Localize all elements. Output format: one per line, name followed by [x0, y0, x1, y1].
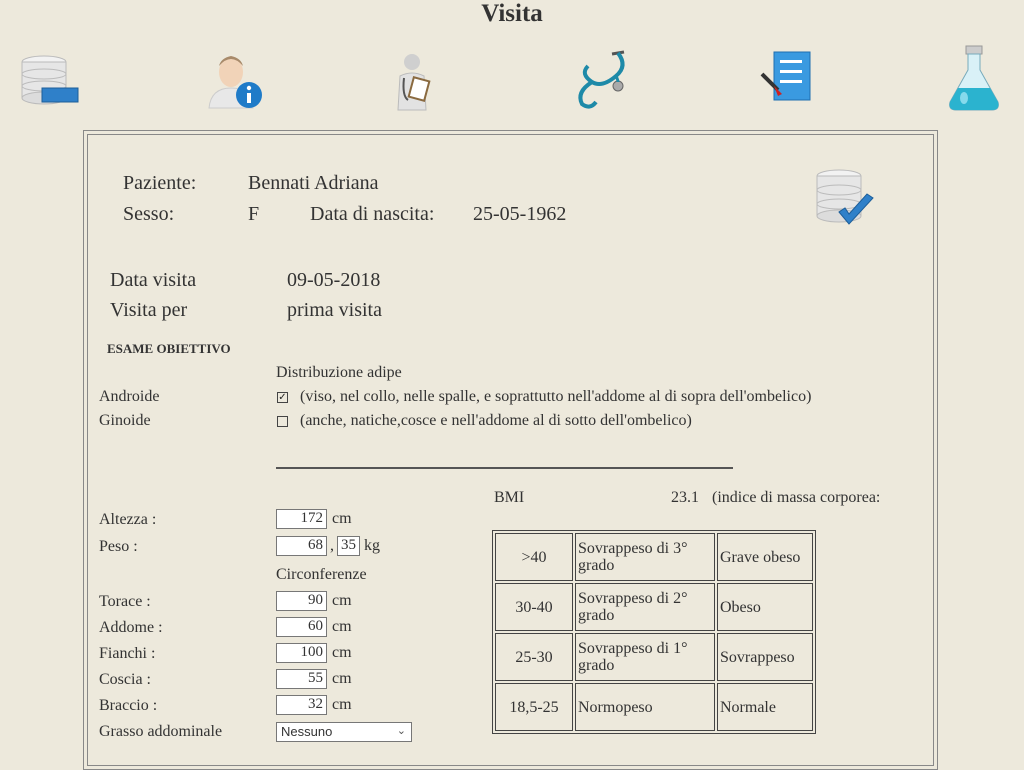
dob-value: 25-05-1962	[473, 203, 567, 225]
weight-label: Peso :	[99, 538, 138, 555]
stethoscope-icon[interactable]	[572, 48, 634, 110]
gynoid-desc: (anche, natiche,cosce e nell'addome al d…	[300, 412, 692, 429]
visit-date-value: 09-05-2018	[287, 269, 381, 291]
bmi-desc-cell: Sovrappeso di 1° grado	[575, 633, 715, 681]
bmi-class-cell: Obeso	[717, 583, 813, 631]
table-row: 30-40 Sovrappeso di 2° grado Obeso	[495, 583, 813, 631]
user-info-icon[interactable]	[205, 50, 265, 110]
chest-label: Torace :	[99, 593, 151, 610]
abdomen-label: Addome :	[99, 619, 163, 636]
exam-section-title: ESAME OBIETTIVO	[107, 341, 231, 356]
patient-name: Bennati Adriana	[248, 172, 379, 194]
lab-flask-icon[interactable]	[946, 44, 1002, 112]
separator-line	[276, 467, 733, 469]
chevron-down-icon: ⌄	[396, 725, 406, 737]
bmi-range-cell: 18,5-25	[495, 683, 573, 731]
chest-input[interactable]: 90	[276, 591, 327, 611]
bmi-desc-cell: Sovrappeso di 2° grado	[575, 583, 715, 631]
bmi-class-cell: Sovrappeso	[717, 633, 813, 681]
gynoid-label: Ginoide	[99, 412, 151, 429]
arm-unit: cm	[332, 696, 352, 713]
hips-input[interactable]: 100	[276, 643, 327, 663]
thigh-label: Coscia :	[99, 671, 151, 688]
bmi-range-cell: 25-30	[495, 633, 573, 681]
table-row: 25-30 Sovrappeso di 1° grado Sovrappeso	[495, 633, 813, 681]
checklist-icon[interactable]	[760, 48, 814, 108]
abdominal-fat-selected: Nessuno	[281, 724, 333, 739]
bmi-desc-cell: Normopeso	[575, 683, 715, 731]
height-input[interactable]: 172	[276, 509, 327, 529]
bmi-range-cell: >40	[495, 533, 573, 581]
abdomen-input[interactable]: 60	[276, 617, 327, 637]
database-icon[interactable]	[20, 54, 80, 108]
circumferences-label: Circonferenze	[276, 566, 367, 583]
height-label: Altezza :	[99, 511, 157, 528]
height-unit: cm	[332, 510, 352, 527]
sex-label: Sesso:	[123, 203, 175, 225]
thigh-unit: cm	[332, 670, 352, 687]
page-title: Visita	[481, 0, 543, 27]
chest-unit: cm	[332, 592, 352, 609]
arm-input[interactable]: 32	[276, 695, 327, 715]
abdominal-fat-label: Grasso addominale	[99, 723, 223, 740]
thigh-input[interactable]: 55	[276, 669, 327, 689]
doctor-icon[interactable]	[390, 52, 440, 112]
bmi-class-cell: Grave obeso	[717, 533, 813, 581]
bmi-description: (indice di massa corporea:	[712, 489, 881, 506]
bmi-value: 23.1	[671, 489, 699, 506]
android-label: Androide	[99, 388, 160, 405]
weight-integer-input[interactable]: 68	[276, 536, 327, 556]
patient-label: Paziente:	[123, 172, 197, 194]
weight-unit: kg	[364, 537, 380, 554]
android-desc: (viso, nel collo, nelle spalle, e soprat…	[300, 388, 812, 405]
weight-decimal-input[interactable]: 35	[337, 536, 360, 556]
abdominal-fat-select[interactable]: Nessuno ⌄	[276, 722, 412, 742]
hips-label: Fianchi :	[99, 645, 156, 662]
table-row: >40 Sovrappeso di 3° grado Grave obeso	[495, 533, 813, 581]
sex-value: F	[248, 203, 260, 225]
table-row: 18,5-25 Normopeso Normale	[495, 683, 813, 731]
bmi-desc-cell: Sovrappeso di 3° grado	[575, 533, 715, 581]
visit-reason-value: prima visita	[287, 299, 382, 321]
fat-distribution-label: Distribuzione adipe	[276, 364, 402, 381]
abdomen-unit: cm	[332, 618, 352, 635]
bmi-table: >40 Sovrappeso di 3° grado Grave obeso 3…	[492, 530, 816, 734]
visit-reason-label: Visita per	[110, 299, 188, 321]
hips-unit: cm	[332, 644, 352, 661]
bmi-class-cell: Normale	[717, 683, 813, 731]
bmi-label: BMI	[494, 489, 525, 506]
bmi-range-cell: 30-40	[495, 583, 573, 631]
dob-label: Data di nascita:	[310, 203, 435, 225]
weight-decimal-separator: ,	[330, 537, 334, 554]
visit-date-label: Data visita	[110, 269, 197, 291]
arm-label: Braccio :	[99, 697, 158, 714]
gynoid-checkbox[interactable]	[277, 416, 288, 427]
save-database-icon[interactable]	[815, 168, 877, 232]
android-checkbox[interactable]: ✓	[277, 392, 288, 403]
